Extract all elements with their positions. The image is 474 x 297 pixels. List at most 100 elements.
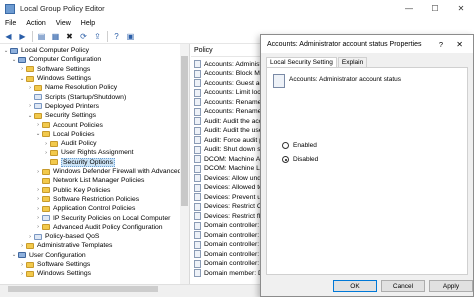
tree-item[interactable]: › Public Key Policies	[35, 186, 110, 195]
policy-row[interactable]: Domain member: Dig	[194, 268, 268, 278]
policy-row[interactable]: Audit: Force audit po	[194, 135, 267, 145]
collapsed-chevron-icon[interactable]: ›	[19, 262, 25, 268]
tree-item[interactable]: › Administrative Templates	[19, 241, 112, 250]
policy-row[interactable]: Audit: Audit the acce	[194, 116, 266, 126]
radio-button[interactable]	[282, 156, 289, 163]
collapsed-chevron-icon[interactable]: ›	[35, 196, 41, 202]
tree-vertical-scrollbar[interactable]	[180, 44, 189, 284]
collapsed-chevron-icon[interactable]: ›	[35, 224, 41, 230]
collapsed-chevron-icon[interactable]: ›	[43, 150, 49, 156]
policy-row[interactable]: Domain controller: All	[194, 230, 268, 240]
tree-item[interactable]: › Software Settings	[19, 260, 90, 269]
policy-row[interactable]: Audit: Audit the use c	[194, 126, 268, 136]
tree-item[interactable]: › User Rights Assignment	[43, 148, 133, 157]
minimize-button[interactable]: —	[396, 0, 422, 17]
collapsed-chevron-icon[interactable]: ›	[27, 85, 33, 91]
tree-item[interactable]: › Application Control Policies	[35, 204, 135, 213]
tab-local-security-setting[interactable]: Local Security Setting	[266, 57, 337, 67]
tree-item[interactable]: › IP Security Policies on Local Computer	[35, 213, 170, 222]
tree-item-label: Windows Settings	[37, 270, 92, 278]
tree-item[interactable]: ⌄ Local Computer Policy	[3, 46, 89, 55]
tree-item[interactable]: Security Options	[43, 157, 115, 167]
expanded-chevron-icon[interactable]: ⌄	[11, 57, 17, 63]
collapsed-chevron-icon[interactable]: ›	[43, 141, 49, 147]
back-icon[interactable]: ◀	[3, 31, 14, 42]
tree-item[interactable]: › Software Restriction Policies	[35, 195, 139, 204]
policy-row-label: Domain member: Dig	[204, 269, 269, 277]
forward-icon[interactable]: ▶	[17, 31, 28, 42]
policy-row[interactable]: Devices: Restrict CD-	[194, 202, 269, 212]
tree-item[interactable]: Network List Manager Policies	[35, 176, 144, 185]
tree-item[interactable]: › Policy-based QoS	[27, 232, 99, 241]
tree-item-label: Security Settings	[45, 112, 96, 120]
menu-view[interactable]: View	[56, 20, 71, 27]
policy-doc-icon	[42, 215, 50, 222]
expanded-chevron-icon[interactable]: ⌄	[27, 113, 33, 119]
policy-row[interactable]: Devices: Allowed to f	[194, 183, 267, 193]
policy-row[interactable]: Domain controller: LD	[194, 240, 270, 250]
cancel-button[interactable]: Cancel	[381, 280, 425, 292]
policy-row[interactable]: Domain controller: Re	[194, 259, 270, 269]
tree-item[interactable]: › Account Policies	[35, 120, 103, 129]
tab-explain[interactable]: Explain	[337, 57, 368, 67]
collapsed-chevron-icon[interactable]: ›	[35, 122, 41, 128]
policy-row[interactable]: Accounts: Administrat	[194, 59, 269, 69]
policy-row[interactable]: Devices: Restrict flop	[194, 211, 268, 221]
tree-item[interactable]: › Audit Policy	[43, 139, 96, 148]
tree-item[interactable]: ⌄ Windows Settings	[19, 74, 91, 83]
collapsed-chevron-icon[interactable]: ›	[35, 187, 41, 193]
menu-file[interactable]: File	[5, 20, 16, 27]
policy-row[interactable]: Accounts: Limit local	[194, 88, 266, 98]
radio-disabled[interactable]: Disabled	[282, 156, 318, 163]
ok-button[interactable]: OK	[333, 280, 377, 292]
dialog-help-button[interactable]: ?	[439, 40, 443, 49]
tree-item[interactable]: Scripts (Startup/Shutdown)	[27, 93, 126, 102]
collapsed-chevron-icon[interactable]: ›	[27, 103, 33, 109]
show-hide-tree-icon[interactable]: ▦	[50, 31, 61, 42]
refresh-icon[interactable]: ⟳	[78, 31, 89, 42]
export-list-icon[interactable]: ⇪	[92, 31, 103, 42]
tree-item[interactable]: ⌄ Security Settings	[27, 111, 96, 120]
tree-item[interactable]: › Name Resolution Policy	[27, 83, 117, 92]
apply-button[interactable]: Apply	[429, 280, 473, 292]
close-button[interactable]: ✕	[448, 0, 474, 17]
policy-row[interactable]: Audit: Shut down syst	[194, 145, 269, 155]
expanded-chevron-icon[interactable]: ⌄	[3, 48, 9, 54]
toolbar-separator	[107, 30, 108, 42]
policy-row-label: Audit: Audit the acce	[204, 117, 266, 125]
tree-item[interactable]: › Deployed Printers	[27, 102, 99, 111]
tree-item[interactable]: ⌄ Computer Configuration	[11, 55, 101, 64]
tree-item[interactable]: ⌄ User Configuration	[11, 251, 86, 260]
collapsed-chevron-icon[interactable]: ›	[19, 271, 25, 277]
tree-item[interactable]: › Software Settings	[19, 65, 90, 74]
policy-row[interactable]: Accounts: Guest acco	[194, 78, 270, 88]
menu-help[interactable]: Help	[81, 20, 95, 27]
collapsed-chevron-icon[interactable]: ›	[35, 169, 41, 175]
help-icon[interactable]: ?	[111, 31, 122, 42]
collapsed-chevron-icon[interactable]: ›	[19, 243, 25, 249]
collapsed-chevron-icon[interactable]: ›	[35, 215, 41, 221]
maximize-button[interactable]: ☐	[422, 0, 448, 17]
tree-item[interactable]: › Windows Defender Firewall with Advanced…	[35, 167, 189, 176]
dialog-close-button[interactable]: ✕	[456, 40, 463, 49]
expanded-chevron-icon[interactable]: ⌄	[11, 252, 17, 258]
folder-up-icon[interactable]: ▤	[36, 31, 47, 42]
policy-row[interactable]: Devices: Allow undoc	[194, 173, 268, 183]
expanded-chevron-icon[interactable]: ⌄	[19, 76, 25, 82]
collapsed-chevron-icon[interactable]: ›	[35, 206, 41, 212]
tree-item[interactable]: › Advanced Audit Policy Configuration	[35, 223, 163, 232]
expanded-chevron-icon[interactable]: ⌄	[35, 131, 41, 137]
properties-icon[interactable]: ▣	[125, 31, 136, 42]
collapsed-chevron-icon[interactable]: ›	[19, 66, 25, 72]
menu-action[interactable]: Action	[26, 20, 45, 27]
policy-row[interactable]: Accounts: Block Micr	[194, 69, 267, 79]
policy-row[interactable]: Domain controller: All	[194, 221, 268, 231]
delete-icon[interactable]: ✖	[64, 31, 75, 42]
folder-icon	[50, 149, 58, 156]
tree-item[interactable]: ⌄ Local Policies	[35, 130, 95, 139]
tree-item[interactable]: › Windows Settings	[19, 269, 91, 278]
radio-enabled[interactable]: Enabled	[282, 142, 317, 149]
collapsed-chevron-icon[interactable]: ›	[27, 234, 33, 240]
radio-button[interactable]	[282, 142, 289, 149]
policy-row[interactable]: Domain controller: LD	[194, 249, 270, 259]
